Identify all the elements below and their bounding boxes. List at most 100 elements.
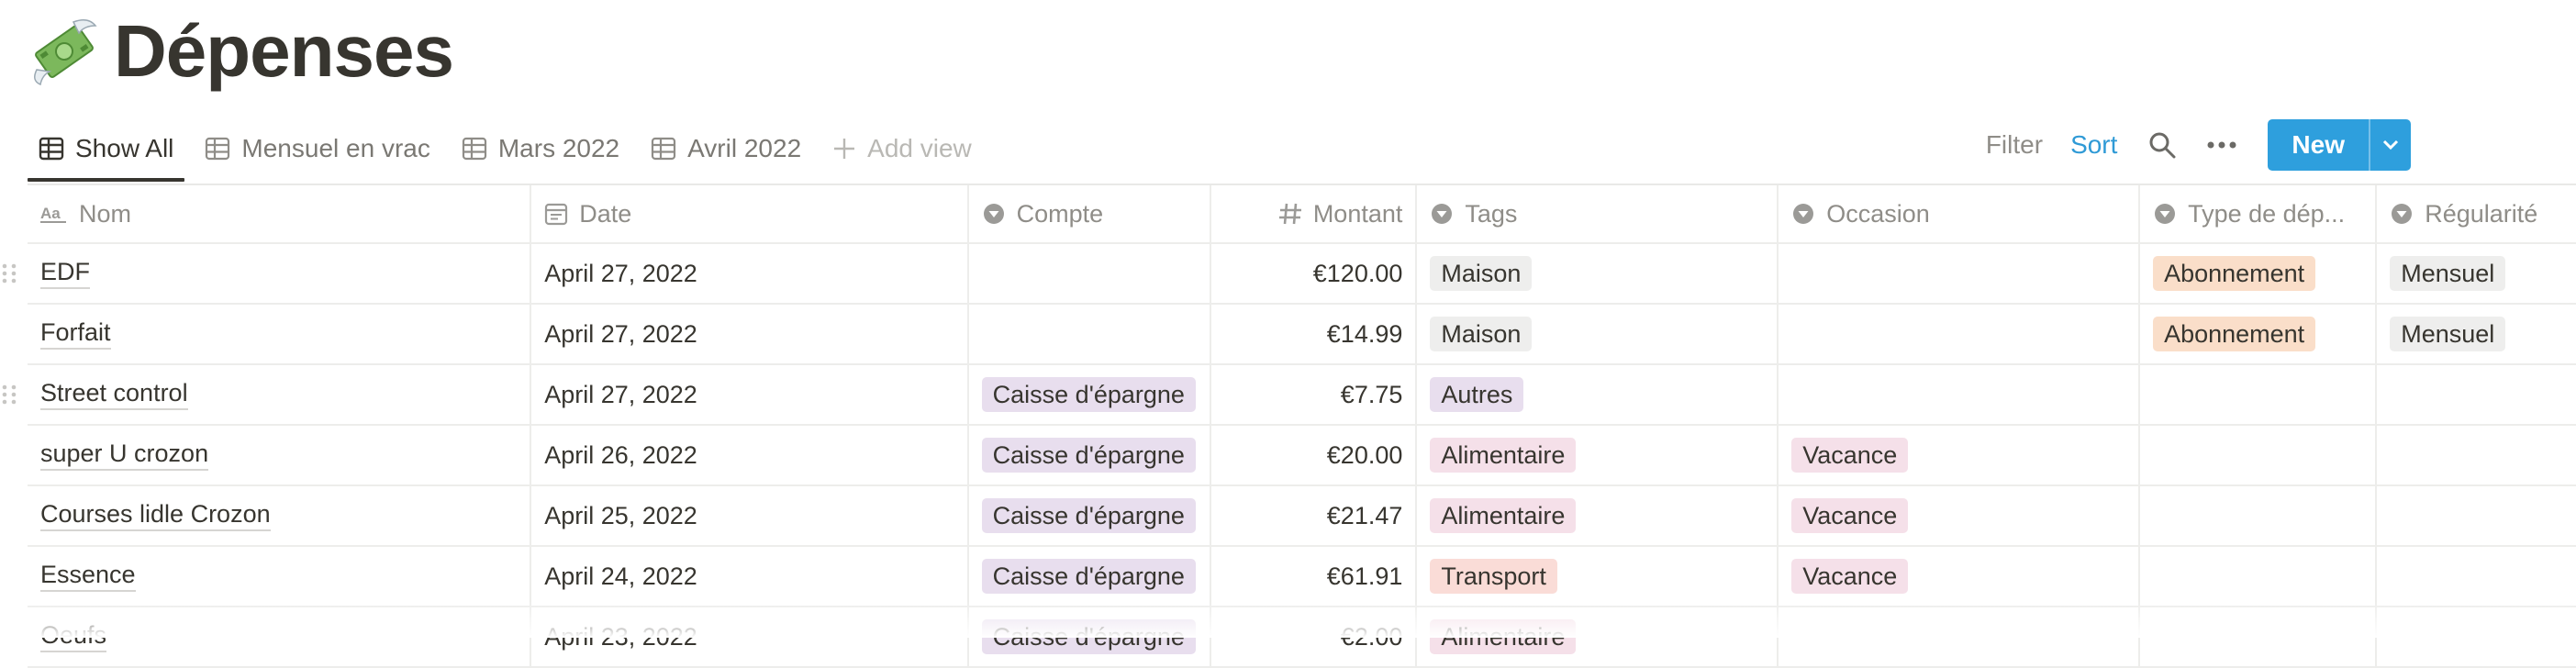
- cell-nom[interactable]: Forfait: [28, 305, 532, 363]
- cell-tags[interactable]: Maison: [1417, 305, 1779, 363]
- column-header-montant[interactable]: Montant: [1211, 185, 1418, 242]
- cell-compte[interactable]: Caisse d'épargne: [969, 547, 1211, 606]
- cell-nom[interactable]: Oeufs: [28, 607, 532, 666]
- cell-montant[interactable]: €21.47: [1211, 486, 1418, 545]
- cell-compte[interactable]: Caisse d'épargne: [969, 607, 1211, 666]
- compte-tag: Caisse d'épargne: [981, 377, 1196, 412]
- cell-type[interactable]: Abonnement: [2140, 305, 2378, 363]
- table-row[interactable]: EDF April 27, 2022 €120.00 Maison Abonnement…: [2, 244, 2576, 305]
- row-title[interactable]: Street control: [40, 379, 188, 410]
- cell-tags[interactable]: Alimentaire: [1417, 426, 1779, 484]
- table-row[interactable]: Street control April 27, 2022 Caisse d'épa…: [2, 365, 2576, 426]
- cell-occasion[interactable]: Vacance: [1779, 547, 2141, 606]
- cell-regularite[interactable]: Mensuel: [2377, 244, 2576, 303]
- search-icon[interactable]: [2148, 131, 2176, 159]
- page-title[interactable]: Dépenses: [114, 15, 454, 88]
- cell-date[interactable]: April 27, 2022: [531, 244, 969, 303]
- add-view-button[interactable]: Add view: [821, 121, 983, 176]
- row-title[interactable]: EDF: [40, 258, 90, 289]
- cell-occasion[interactable]: [1779, 365, 2141, 424]
- date-value: April 24, 2022: [544, 562, 697, 590]
- table-row[interactable]: Forfait April 27, 2022 €14.99 Maison Abonnem…: [28, 305, 2576, 365]
- cell-compte[interactable]: Caisse d'épargne: [969, 365, 1211, 424]
- money-with-wings-icon[interactable]: [28, 15, 101, 88]
- column-header-tags[interactable]: Tags: [1417, 185, 1779, 242]
- cell-occasion[interactable]: [1779, 305, 2141, 363]
- cell-regularite[interactable]: [2377, 426, 2576, 484]
- cell-date[interactable]: April 25, 2022: [531, 486, 969, 545]
- column-header-occasion[interactable]: Occasion: [1779, 185, 2141, 242]
- cell-regularite[interactable]: [2377, 365, 2576, 424]
- table-row[interactable]: Essence April 24, 2022 Caisse d'épargne €61…: [28, 547, 2576, 607]
- row-title[interactable]: Essence: [40, 561, 136, 592]
- occasion-tag: Vacance: [1791, 438, 1909, 473]
- new-button[interactable]: New: [2268, 119, 2411, 171]
- column-header-date[interactable]: Date: [531, 185, 969, 242]
- cell-type[interactable]: [2140, 607, 2378, 666]
- chevron-down-icon[interactable]: [2369, 119, 2411, 171]
- cell-tags[interactable]: Alimentaire: [1417, 486, 1779, 545]
- table-row[interactable]: super U crozon April 26, 2022 Caisse d'épa…: [28, 426, 2576, 486]
- cell-regularite[interactable]: [2377, 607, 2576, 666]
- cell-nom[interactable]: EDF: [28, 244, 532, 303]
- view-tab-show-all[interactable]: Show All: [28, 121, 185, 182]
- cell-type[interactable]: [2140, 486, 2378, 545]
- column-header-type-de-depense[interactable]: Type de dép...: [2140, 185, 2378, 242]
- table-row[interactable]: Oeufs April 23, 2022 Caisse d'épargne €2.00…: [28, 607, 2576, 668]
- cell-regularite[interactable]: Mensuel: [2377, 305, 2576, 363]
- cell-type[interactable]: [2140, 547, 2378, 606]
- cell-montant[interactable]: €61.91: [1211, 547, 1418, 606]
- cell-type[interactable]: [2140, 426, 2378, 484]
- cell-montant[interactable]: €20.00: [1211, 426, 1418, 484]
- row-title[interactable]: super U crozon: [40, 440, 209, 471]
- drag-handle-icon[interactable]: [0, 384, 18, 406]
- cell-montant[interactable]: €14.99: [1211, 305, 1418, 363]
- select-property-icon: [2392, 204, 2413, 224]
- view-tab-mensuel-en-vrac[interactable]: Mensuel en vrac: [194, 121, 440, 176]
- cell-nom[interactable]: super U crozon: [28, 426, 532, 484]
- view-tab-mars-2022[interactable]: Mars 2022: [451, 121, 630, 176]
- cell-compte[interactable]: Caisse d'épargne: [969, 426, 1211, 484]
- cell-occasion[interactable]: Vacance: [1779, 426, 2141, 484]
- cell-compte[interactable]: Caisse d'épargne: [969, 486, 1211, 545]
- drag-handle-icon[interactable]: [0, 262, 18, 284]
- cell-nom[interactable]: Essence: [28, 547, 532, 606]
- cell-occasion[interactable]: [1779, 607, 2141, 666]
- cell-type[interactable]: Abonnement: [2140, 244, 2378, 303]
- filter-button[interactable]: Filter: [1986, 130, 2043, 160]
- cell-montant[interactable]: €7.75: [1211, 365, 1418, 424]
- cell-date[interactable]: April 27, 2022: [531, 305, 969, 363]
- table-row[interactable]: Courses lidle Crozon April 25, 2022 Caisse…: [28, 486, 2576, 547]
- cell-occasion[interactable]: [1779, 244, 2141, 303]
- cell-occasion[interactable]: Vacance: [1779, 486, 2141, 545]
- cell-tags[interactable]: Autres: [1417, 365, 1779, 424]
- column-header-nom[interactable]: Aa Nom: [28, 185, 532, 242]
- row-title[interactable]: Courses lidle Crozon: [40, 500, 271, 531]
- new-button-label[interactable]: New: [2268, 119, 2369, 171]
- cell-type[interactable]: [2140, 365, 2378, 424]
- cell-date[interactable]: April 26, 2022: [531, 426, 969, 484]
- cell-date[interactable]: April 27, 2022: [531, 365, 969, 424]
- column-header-regularite[interactable]: Régularité: [2377, 185, 2576, 242]
- column-header-compte[interactable]: Compte: [969, 185, 1211, 242]
- cell-tags[interactable]: Transport: [1417, 547, 1779, 606]
- row-title[interactable]: Oeufs: [40, 621, 107, 652]
- cell-tags[interactable]: Alimentaire: [1417, 607, 1779, 666]
- cell-compte[interactable]: [969, 305, 1211, 363]
- cell-nom[interactable]: Street control: [28, 365, 532, 424]
- cell-regularite[interactable]: [2377, 486, 2576, 545]
- cell-tags[interactable]: Maison: [1417, 244, 1779, 303]
- cell-compte[interactable]: [969, 244, 1211, 303]
- view-tab-avril-2022[interactable]: Avril 2022: [640, 121, 812, 176]
- row-title[interactable]: Forfait: [40, 318, 111, 350]
- more-options-icon[interactable]: [2207, 140, 2236, 150]
- montant-value: €2.00: [1340, 622, 1403, 651]
- sort-button[interactable]: Sort: [2070, 130, 2117, 160]
- cell-regularite[interactable]: [2377, 547, 2576, 606]
- cell-montant[interactable]: €120.00: [1211, 244, 1418, 303]
- cell-nom[interactable]: Courses lidle Crozon: [28, 486, 532, 545]
- cell-date[interactable]: April 23, 2022: [531, 607, 969, 666]
- occasion-tag: Vacance: [1791, 498, 1909, 533]
- cell-date[interactable]: April 24, 2022: [531, 547, 969, 606]
- cell-montant[interactable]: €2.00: [1211, 607, 1418, 666]
